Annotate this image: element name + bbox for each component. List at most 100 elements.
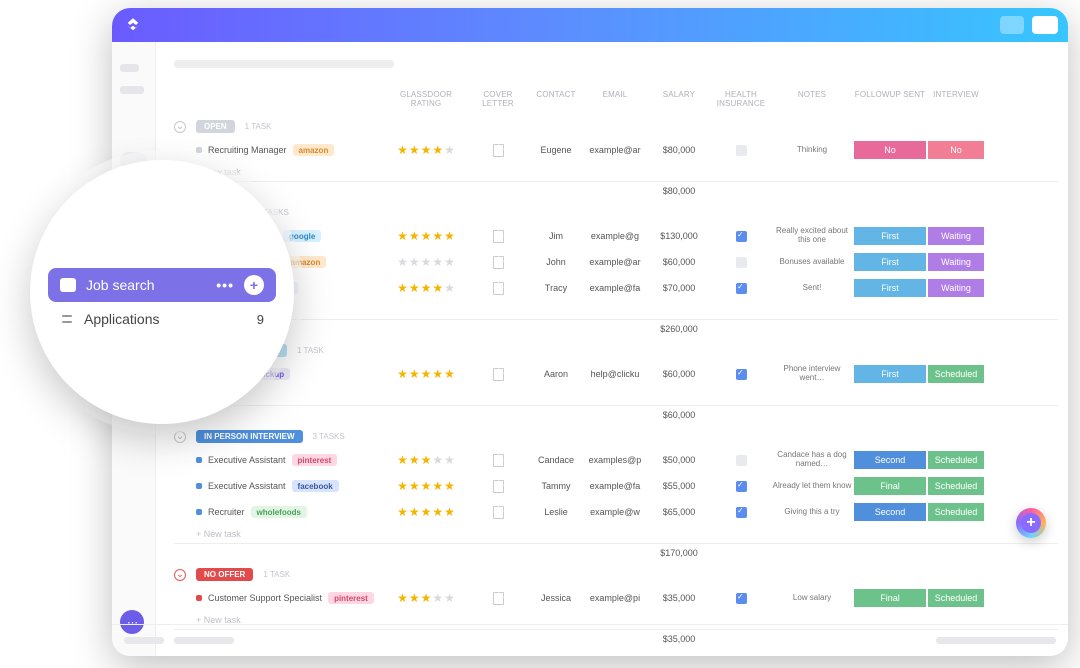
- followup-status[interactable]: First: [854, 227, 926, 245]
- group-header[interactable]: ⌄PHONE INTERVIEW1 TASK: [174, 344, 1058, 357]
- notes-cell[interactable]: Bonuses available: [772, 258, 852, 267]
- followup-status[interactable]: Second: [854, 451, 926, 469]
- task-row[interactable]: Recruiterclickup★★★★★Aaronhelp@clicku$60…: [174, 361, 1058, 387]
- rating-stars[interactable]: ★★★★★: [386, 256, 466, 268]
- company-tag[interactable]: google: [283, 230, 321, 242]
- interview-status[interactable]: Scheduled: [928, 451, 984, 469]
- titlebar-control-1[interactable]: [1000, 16, 1024, 34]
- health-insurance-checkbox[interactable]: [736, 481, 747, 492]
- document-icon[interactable]: [493, 592, 504, 605]
- status-badge[interactable]: IN PERSON INTERVIEW: [196, 430, 303, 443]
- rating-stars[interactable]: ★★★★★: [386, 592, 466, 604]
- column-header[interactable]: GLASSDOOR RATING: [386, 90, 466, 108]
- notes-cell[interactable]: Thinking: [772, 146, 852, 155]
- rating-stars[interactable]: ★★★★★: [386, 454, 466, 466]
- task-row[interactable]: Recruiterwholefoods★★★★★Leslieexample@w$…: [174, 499, 1058, 525]
- sidebar-item-job-search[interactable]: Job search ••• +: [48, 268, 276, 302]
- interview-status[interactable]: Scheduled: [928, 589, 984, 607]
- followup-status[interactable]: First: [854, 279, 926, 297]
- collapse-toggle-icon[interactable]: ⌄: [174, 121, 186, 133]
- column-header[interactable]: SALARY: [648, 90, 710, 108]
- rating-stars[interactable]: ★★★★★: [386, 230, 466, 242]
- column-header[interactable]: HEALTH INSURANCE: [712, 90, 770, 108]
- health-insurance-checkbox[interactable]: [736, 231, 747, 242]
- notes-cell[interactable]: Really excited about this one: [772, 227, 852, 245]
- column-header[interactable]: COVER LETTER: [468, 90, 528, 108]
- collapse-toggle-icon[interactable]: ⌄: [174, 569, 186, 581]
- notes-cell[interactable]: Phone interview went…: [772, 365, 852, 383]
- health-insurance-checkbox[interactable]: [736, 369, 747, 380]
- company-tag[interactable]: amazon: [293, 144, 335, 156]
- new-task-button[interactable]: + New task: [174, 525, 1058, 543]
- column-header[interactable]: EMAIL: [584, 90, 646, 108]
- health-insurance-checkbox[interactable]: [736, 455, 747, 466]
- task-row[interactable]: Recruiting Manageramazon★★★★★Eugeneexamp…: [174, 137, 1058, 163]
- task-row[interactable]: Customer Support Specialistpinterest★★★★…: [174, 585, 1058, 611]
- health-insurance-checkbox[interactable]: [736, 145, 747, 156]
- titlebar-control-2[interactable]: [1032, 16, 1058, 34]
- followup-status[interactable]: Second: [854, 503, 926, 521]
- company-tag[interactable]: facebook: [292, 480, 339, 492]
- group-header[interactable]: ⌄OPEN1 TASK: [174, 120, 1058, 133]
- followup-status[interactable]: No: [854, 141, 926, 159]
- collapse-toggle-icon[interactable]: ⌄: [174, 431, 186, 443]
- status-badge[interactable]: NO OFFER: [196, 568, 253, 581]
- document-icon[interactable]: [493, 506, 504, 519]
- interview-status[interactable]: Scheduled: [928, 365, 984, 383]
- company-tag[interactable]: wholefoods: [251, 506, 307, 518]
- task-row[interactable]: Executive Assistantfacebook★★★★★Tammyexa…: [174, 473, 1058, 499]
- column-header[interactable]: FOLLOWUP SENT: [854, 90, 926, 108]
- health-insurance-checkbox[interactable]: [736, 283, 747, 294]
- rating-stars[interactable]: ★★★★★: [386, 480, 466, 492]
- task-row[interactable]: Executive Assistantpinterest★★★★★Candace…: [174, 447, 1058, 473]
- column-header[interactable]: INTERVIEW: [928, 90, 984, 108]
- notes-cell[interactable]: Candace has a dog named…: [772, 451, 852, 469]
- column-header[interactable]: NOTES: [772, 90, 852, 108]
- health-insurance-checkbox[interactable]: [736, 257, 747, 268]
- new-task-button[interactable]: + New task: [174, 163, 1058, 181]
- rating-stars[interactable]: ★★★★★: [386, 282, 466, 294]
- task-row[interactable]: Product Managergoogle★★★★★Jimexample@g$1…: [174, 223, 1058, 249]
- company-tag[interactable]: pinterest: [328, 592, 374, 604]
- fab-new-task[interactable]: +: [1016, 508, 1046, 538]
- document-icon[interactable]: [493, 230, 504, 243]
- followup-status[interactable]: First: [854, 253, 926, 271]
- interview-status[interactable]: No: [928, 141, 984, 159]
- new-task-button[interactable]: + New task: [174, 301, 1058, 319]
- more-icon[interactable]: •••: [216, 277, 234, 293]
- add-circle-icon[interactable]: +: [244, 275, 264, 295]
- group-header[interactable]: ⌄APPLIED3 TASKS: [174, 206, 1058, 219]
- notes-cell[interactable]: Already let them know: [772, 482, 852, 491]
- interview-status[interactable]: Waiting: [928, 227, 984, 245]
- health-insurance-checkbox[interactable]: [736, 593, 747, 604]
- followup-status[interactable]: Final: [854, 477, 926, 495]
- followup-status[interactable]: First: [854, 365, 926, 383]
- document-icon[interactable]: [493, 144, 504, 157]
- health-insurance-checkbox[interactable]: [736, 507, 747, 518]
- document-icon[interactable]: [493, 282, 504, 295]
- notes-cell[interactable]: Giving this a try: [772, 508, 852, 517]
- sidebar-item-applications[interactable]: Applications 9: [48, 302, 276, 336]
- group-header[interactable]: ⌄IN PERSON INTERVIEW3 TASKS: [174, 430, 1058, 443]
- interview-status[interactable]: Scheduled: [928, 477, 984, 495]
- notes-cell[interactable]: Sent!: [772, 284, 852, 293]
- group-header[interactable]: ⌄NO OFFER1 TASK: [174, 568, 1058, 581]
- interview-status[interactable]: Waiting: [928, 253, 984, 271]
- rating-stars[interactable]: ★★★★★: [386, 506, 466, 518]
- rating-stars[interactable]: ★★★★★: [386, 368, 466, 380]
- document-icon[interactable]: [493, 256, 504, 269]
- rating-stars[interactable]: ★★★★★: [386, 144, 466, 156]
- followup-status[interactable]: Final: [854, 589, 926, 607]
- new-task-button[interactable]: + New task: [174, 387, 1058, 405]
- interview-status[interactable]: Scheduled: [928, 503, 984, 521]
- interview-status[interactable]: Waiting: [928, 279, 984, 297]
- status-badge[interactable]: OPEN: [196, 120, 235, 133]
- document-icon[interactable]: [493, 454, 504, 467]
- task-row[interactable]: Account Manageramazon★★★★★Johnexample@ar…: [174, 249, 1058, 275]
- notes-cell[interactable]: Low salary: [772, 594, 852, 603]
- document-icon[interactable]: [493, 480, 504, 493]
- document-icon[interactable]: [493, 368, 504, 381]
- task-row[interactable]: Recruiterfacebook★★★★★Tracyexample@fa$70…: [174, 275, 1058, 301]
- company-tag[interactable]: pinterest: [292, 454, 338, 466]
- column-header[interactable]: CONTACT: [530, 90, 582, 108]
